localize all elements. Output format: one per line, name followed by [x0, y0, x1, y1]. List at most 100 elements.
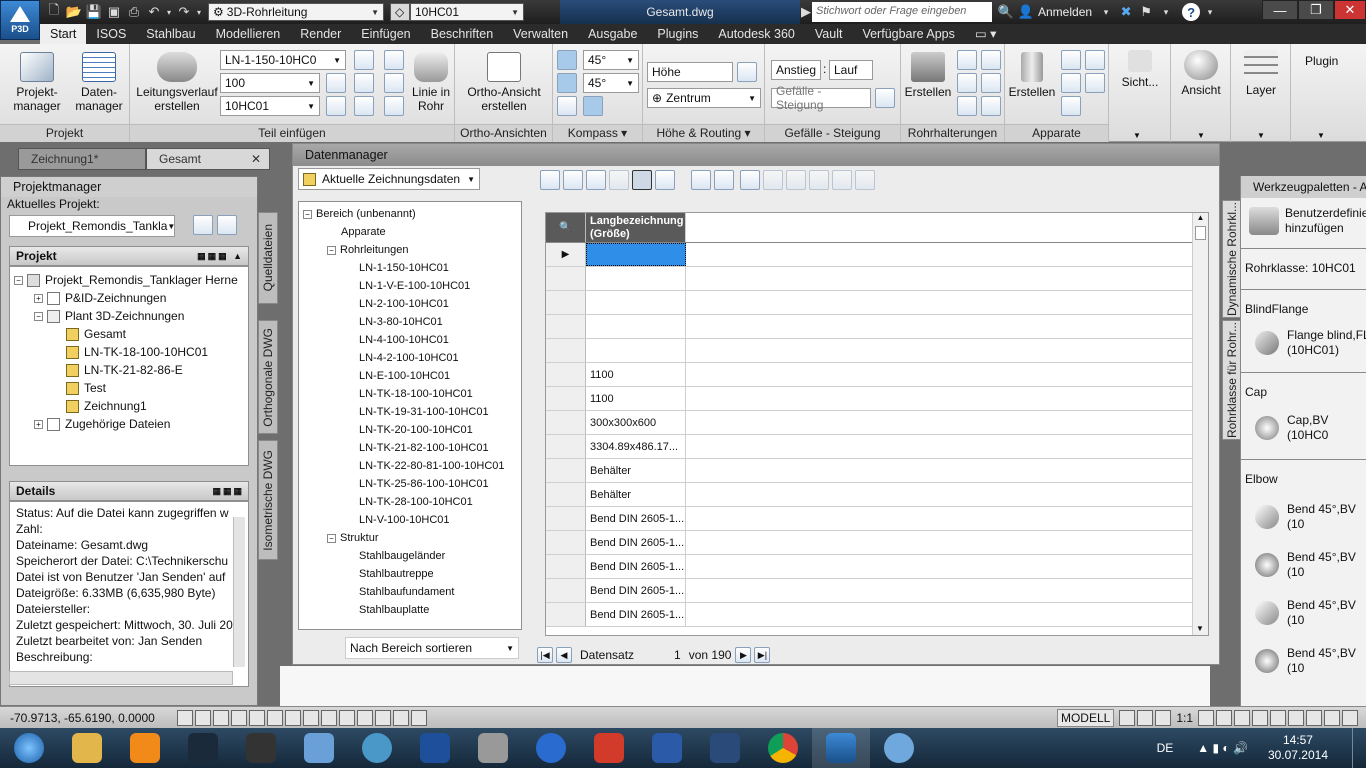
row-selector[interactable] — [546, 291, 586, 314]
equipment-tool-icon[interactable] — [1061, 50, 1081, 70]
layout-icon[interactable] — [1119, 709, 1136, 726]
tree-node-struktur-item[interactable]: Stahlbauplatte — [303, 601, 517, 619]
saveas-icon[interactable]: ▣ — [104, 3, 124, 21]
grid-scrollbar[interactable]: ▲ ▼ — [1192, 213, 1208, 635]
row-selector[interactable] — [546, 339, 586, 362]
tree-node-struktur-item[interactable]: Stahlbaugeländer — [303, 547, 517, 565]
subscription-icon[interactable]: ⚑ — [1136, 3, 1156, 21]
binoculars-icon[interactable]: 🔍 — [996, 3, 1016, 21]
tree-node-drawing[interactable]: LN-TK-18-100-10HC01 — [14, 343, 244, 361]
infer-icon[interactable] — [177, 709, 193, 726]
table-row[interactable]: 3304.89x486.17... — [546, 435, 1208, 459]
collapse-icon[interactable]: − — [34, 311, 43, 321]
table-row[interactable] — [546, 291, 1208, 315]
scroll-down-icon[interactable]: ▼ — [1193, 624, 1207, 633]
lightbulb-icon[interactable] — [1306, 709, 1322, 726]
clean-screen-icon[interactable] — [1324, 709, 1340, 726]
tree-node-line[interactable]: LN-TK-25-86-100-10HC01 — [303, 475, 517, 493]
clock[interactable]: 14:57 30.07.2014 — [1268, 733, 1328, 763]
tree-node-project[interactable]: − Projekt_Remondis_Tanklager Herne — [14, 271, 244, 289]
annotation-visibility-icon[interactable] — [1198, 709, 1214, 726]
tool-elbow[interactable]: Bend 45°,BV (10 — [1255, 502, 1366, 532]
table-cell[interactable]: 300x300x600 — [586, 411, 686, 434]
tree-node-line[interactable]: LN-TK-22-80-81-100-10HC01 — [303, 457, 517, 475]
apparat-erstellen-button[interactable]: Erstellen — [1007, 52, 1057, 99]
reject-icon[interactable] — [786, 170, 806, 190]
tab-einfuegen[interactable]: Einfügen — [351, 24, 420, 44]
snap-angle-icon[interactable] — [557, 73, 577, 93]
vtab-orthogonale-dwg[interactable]: Orthogonale DWG — [258, 320, 278, 434]
tab-start[interactable]: Start — [40, 24, 87, 44]
next-record-icon[interactable]: ▶ — [735, 647, 752, 663]
table-cell[interactable]: Bend DIN 2605-1... — [586, 555, 686, 578]
help-search-input[interactable]: Stichwort oder Frage eingeben — [812, 2, 992, 22]
table-cell[interactable] — [586, 243, 686, 266]
tree-node-drawing[interactable]: LN-TK-21-82-86-E — [14, 361, 244, 379]
size-select[interactable]: 100 ▼ — [220, 73, 320, 93]
minimize-button[interactable]: — — [1262, 0, 1298, 20]
slope-select[interactable]: Gefälle - Steigung — [771, 84, 871, 112]
polar-icon[interactable] — [249, 709, 265, 726]
expand-icon[interactable]: ▶ — [800, 3, 812, 21]
taskbar-app[interactable] — [116, 728, 174, 768]
tree-node-drawing[interactable]: Gesamt — [14, 325, 244, 343]
annotation-icon[interactable] — [1155, 709, 1172, 726]
column-header-langbezeichnung[interactable]: Langbezeichnung (Größe) — [586, 213, 686, 242]
signin-button[interactable]: Anmelden — [1038, 5, 1092, 19]
row-selector[interactable] — [546, 579, 586, 602]
tab-verwalten[interactable]: Verwalten — [503, 24, 578, 44]
table-row[interactable] — [546, 339, 1208, 363]
hide-icon[interactable] — [609, 170, 629, 190]
workspace-select[interactable]: ⚙ 3D-Rohrleitung ▼ — [208, 3, 384, 21]
row-selector[interactable] — [546, 531, 586, 554]
dyn-icon[interactable] — [339, 709, 355, 726]
tree-node-line[interactable]: LN-2-100-10HC01 — [303, 295, 517, 313]
leitungsverlauf-button[interactable]: Leitungsverlauf erstellen — [134, 52, 220, 113]
table-row[interactable]: Behälter — [546, 483, 1208, 507]
tool-add-custom[interactable]: Benutzerdefinie hinzufügen — [1249, 206, 1366, 236]
revision-cloud-icon[interactable] — [855, 170, 875, 190]
elevation-icon[interactable] — [326, 96, 346, 116]
compass-toggle-icon[interactable] — [557, 50, 577, 70]
angle-select-2[interactable]: 45° ▼ — [583, 73, 639, 93]
3dosnap-icon[interactable] — [285, 709, 301, 726]
taskbar-app[interactable] — [580, 728, 638, 768]
table-cell[interactable]: Bend DIN 2605-1... — [586, 531, 686, 554]
record-number[interactable]: 1 — [674, 648, 681, 662]
ortho-icon[interactable] — [231, 709, 247, 726]
taskbar-app[interactable] — [638, 728, 696, 768]
start-button[interactable] — [0, 728, 58, 768]
table-row[interactable] — [546, 267, 1208, 291]
tree-node-line[interactable]: LN-E-100-10HC01 — [303, 367, 517, 385]
print-icon[interactable] — [691, 170, 711, 190]
panel-sicht[interactable]: Sicht... ▼ — [1109, 44, 1171, 142]
elevation-pick-icon[interactable] — [737, 62, 757, 82]
sicht-button[interactable]: Sicht... — [1113, 50, 1167, 89]
open-icon[interactable]: 📂 — [64, 3, 84, 21]
grid-icon[interactable] — [213, 709, 229, 726]
tree-node-line[interactable]: LN-TK-21-82-100-10HC01 — [303, 439, 517, 457]
taskbar-app[interactable] — [232, 728, 290, 768]
taskbar-app[interactable] — [174, 728, 232, 768]
layer-button[interactable]: Layer — [1235, 50, 1287, 97]
tree-node-struktur[interactable]: − Struktur — [303, 529, 517, 547]
angle-select-1[interactable]: 45° ▼ — [583, 50, 639, 70]
osnap-icon[interactable] — [267, 709, 283, 726]
lineweight-icon[interactable] — [357, 709, 373, 726]
table-cell[interactable]: 3304.89x486.17... — [586, 435, 686, 458]
equipment-tool-icon[interactable] — [1061, 73, 1081, 93]
workspace-icon[interactable] — [1234, 709, 1250, 726]
run-input[interactable]: Lauf — [829, 60, 873, 80]
table-cell[interactable]: Behälter — [586, 459, 686, 482]
tree-node-apparate[interactable]: Apparate — [303, 223, 517, 241]
redo-icon[interactable]: ↷ — [174, 3, 194, 21]
collapse-icon[interactable]: − — [327, 245, 336, 255]
table-row[interactable]: Bend DIN 2605-1... — [546, 555, 1208, 579]
close-button[interactable]: ✕ — [1334, 0, 1366, 20]
tag-icon[interactable] — [354, 50, 374, 70]
tree-node-line[interactable]: LN-1-V-E-100-10HC01 — [303, 277, 517, 295]
tree-node-struktur-item[interactable]: Stahlbaufundament — [303, 583, 517, 601]
tool-cap[interactable]: Cap,BV (10HC0 — [1255, 413, 1366, 443]
prev-record-icon[interactable]: ◀ — [556, 647, 572, 663]
auto-scale-icon[interactable] — [1216, 709, 1232, 726]
